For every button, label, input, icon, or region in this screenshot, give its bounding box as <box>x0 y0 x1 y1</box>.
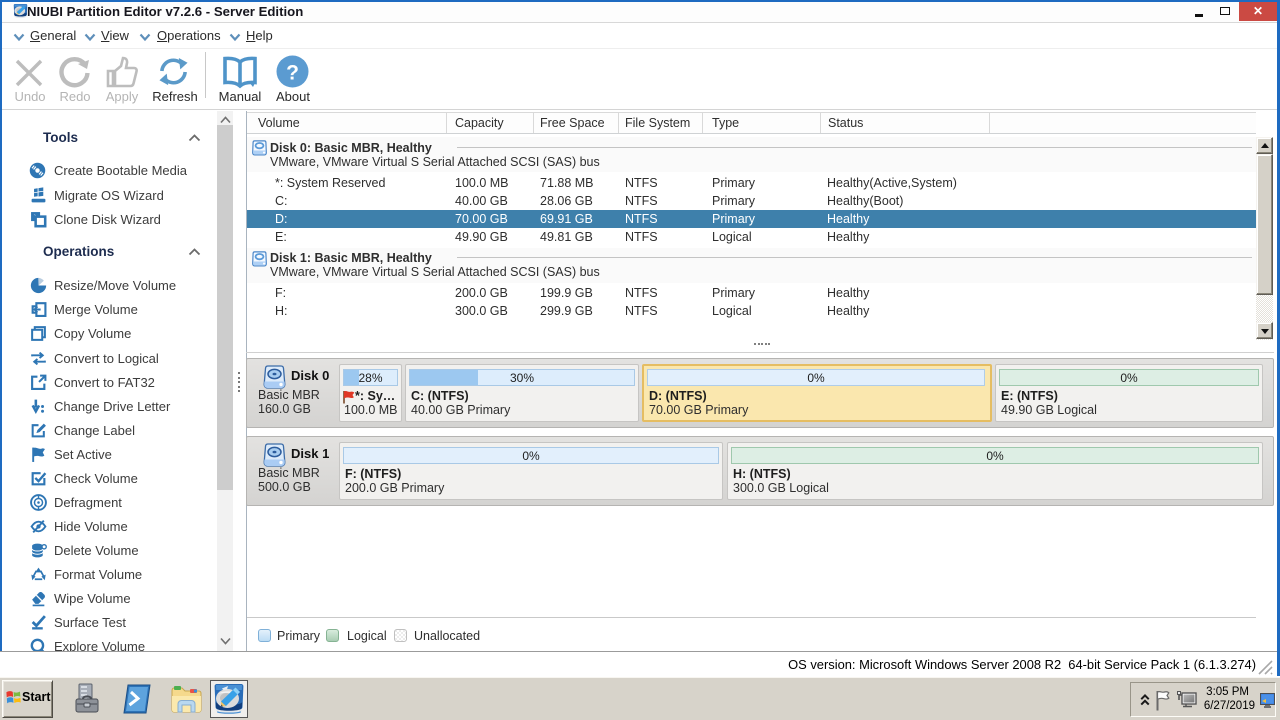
svg-text:?: ? <box>286 62 299 85</box>
